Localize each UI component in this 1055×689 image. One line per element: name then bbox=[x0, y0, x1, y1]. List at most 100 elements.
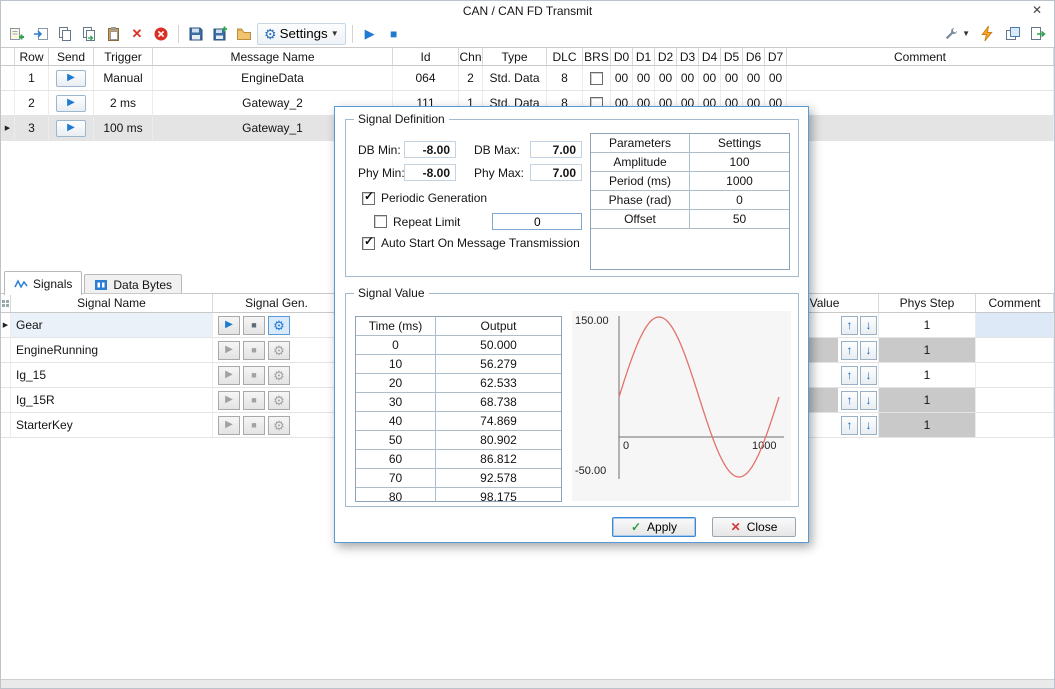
tab-data-bytes[interactable]: Data Bytes bbox=[84, 274, 182, 295]
signal-gen-cell: ▶■⚙ bbox=[213, 413, 341, 437]
output-cell: 86.812 bbox=[436, 450, 561, 469]
send-button[interactable]: ▶ bbox=[56, 70, 86, 87]
send-button[interactable]: ▶ bbox=[56, 120, 86, 137]
value-down-button[interactable]: ↓ bbox=[860, 341, 877, 360]
parameter-name-cell: Offset bbox=[591, 210, 690, 229]
value-down-button[interactable]: ↓ bbox=[860, 416, 877, 435]
down-arrow-icon: ↓ bbox=[866, 394, 872, 406]
signal-name-cell: Ig_15R bbox=[11, 388, 213, 412]
table-options-icon bbox=[1, 294, 11, 312]
brs-cell bbox=[583, 66, 611, 90]
trigger-cell: 2 ms bbox=[94, 91, 153, 115]
signal-stop-button[interactable]: ■ bbox=[243, 316, 265, 335]
play-icon: ▶ bbox=[225, 345, 233, 355]
col-header-d4: D4 bbox=[699, 48, 721, 65]
row-marker-cell bbox=[1, 413, 11, 437]
add-frame-button[interactable] bbox=[6, 23, 28, 45]
clear-all-button[interactable] bbox=[150, 23, 172, 45]
tools-dropdown-button[interactable]: ▼ bbox=[941, 23, 973, 45]
repeat-limit-checkbox[interactable] bbox=[374, 215, 387, 228]
signal-generator-button[interactable]: ⚙ bbox=[268, 316, 290, 335]
export-log-button[interactable] bbox=[1027, 23, 1049, 45]
db-max-value: 7.00 bbox=[530, 141, 582, 158]
signal-stop-button[interactable]: ■ bbox=[243, 366, 265, 385]
value-up-button[interactable]: ↑ bbox=[841, 341, 858, 360]
clear-all-icon bbox=[153, 26, 169, 42]
value-up-button[interactable]: ↑ bbox=[841, 391, 858, 410]
periodic-generation-checkbox[interactable]: ✓ bbox=[362, 192, 375, 205]
value-down-button[interactable]: ↓ bbox=[860, 391, 877, 410]
signal-generator-button[interactable]: ⚙ bbox=[268, 416, 290, 435]
value-down-button[interactable]: ↓ bbox=[860, 316, 877, 335]
generator-parameters-panel: Parameters Settings Amplitude100Period (… bbox=[590, 133, 790, 270]
save-button[interactable] bbox=[185, 23, 207, 45]
brs-checkbox[interactable] bbox=[590, 72, 603, 85]
copy-special-button[interactable] bbox=[78, 23, 100, 45]
time-cell: 80 bbox=[356, 488, 436, 502]
comment-cell bbox=[976, 338, 1054, 362]
parameter-value-cell[interactable]: 1000 bbox=[690, 172, 789, 191]
signal-generator-button[interactable]: ⚙ bbox=[268, 366, 290, 385]
comment-cell bbox=[787, 91, 1054, 115]
paste-button[interactable] bbox=[102, 23, 124, 45]
type-cell: Std. Data bbox=[483, 66, 547, 90]
col-header-d7: D7 bbox=[765, 48, 787, 65]
trigger-button[interactable] bbox=[976, 23, 999, 45]
signal-gen-cell: ▶■⚙ bbox=[213, 313, 341, 337]
stop-transmit-button[interactable]: ■ bbox=[383, 23, 405, 45]
col-header-trigger: Trigger bbox=[94, 48, 153, 65]
time-cell: 70 bbox=[356, 469, 436, 488]
value-up-button[interactable]: ↑ bbox=[841, 366, 858, 385]
delete-button[interactable]: ✕ bbox=[126, 23, 148, 45]
signal-gen-cell: ▶■⚙ bbox=[213, 388, 341, 412]
signal-stop-button[interactable]: ■ bbox=[243, 416, 265, 435]
data-byte-cell: 00 bbox=[655, 66, 677, 90]
message-row[interactable]: 1▶ManualEngineData0642Std. Data800000000… bbox=[1, 66, 1054, 91]
close-label: Close bbox=[747, 520, 778, 534]
settings-button[interactable]: ⚙ Settings ▼ bbox=[257, 23, 346, 45]
data-byte-cell: 00 bbox=[677, 66, 699, 90]
signal-play-button[interactable]: ▶ bbox=[218, 366, 240, 385]
col-header-chn: Chn bbox=[459, 48, 483, 65]
data-byte-cell: 00 bbox=[721, 66, 743, 90]
parameter-value-cell[interactable]: 50 bbox=[690, 210, 789, 229]
signal-generator-button[interactable]: ⚙ bbox=[268, 341, 290, 360]
signal-stop-button[interactable]: ■ bbox=[243, 341, 265, 360]
chevron-down-icon: ▼ bbox=[331, 29, 339, 38]
start-transmit-button[interactable]: ▶ bbox=[359, 23, 381, 45]
apply-button[interactable]: ✓ Apply bbox=[612, 517, 696, 537]
tab-signals[interactable]: Signals bbox=[4, 271, 82, 295]
parameter-value-cell[interactable]: 0 bbox=[690, 191, 789, 210]
signal-play-button[interactable]: ▶ bbox=[218, 416, 240, 435]
signal-play-button[interactable]: ▶ bbox=[218, 341, 240, 360]
signal-stop-button[interactable]: ■ bbox=[243, 391, 265, 410]
value-up-button[interactable]: ↑ bbox=[841, 416, 858, 435]
y-max-tick-label: 150.00 bbox=[575, 315, 609, 327]
stop-icon: ■ bbox=[251, 371, 256, 380]
copy-button[interactable] bbox=[54, 23, 76, 45]
send-button[interactable]: ▶ bbox=[56, 95, 86, 112]
close-dialog-button[interactable]: ✕ Close bbox=[712, 517, 796, 537]
parameter-value-cell[interactable]: 100 bbox=[690, 153, 789, 172]
repeat-limit-input[interactable] bbox=[492, 213, 582, 230]
send-cell: ▶ bbox=[49, 66, 94, 90]
output-cell: 62.533 bbox=[436, 374, 561, 393]
phy-max-label: Phy Max: bbox=[474, 166, 524, 180]
col-header-d5: D5 bbox=[721, 48, 743, 65]
down-arrow-icon: ↓ bbox=[866, 344, 872, 356]
signal-generator-button[interactable]: ⚙ bbox=[268, 391, 290, 410]
value-down-button[interactable]: ↓ bbox=[860, 366, 877, 385]
signal-play-button[interactable]: ▶ bbox=[218, 391, 240, 410]
col-header-signal-gen: Signal Gen. bbox=[213, 294, 341, 312]
close-window-button[interactable]: ✕ bbox=[1029, 2, 1045, 18]
new-window-button[interactable] bbox=[1002, 23, 1024, 45]
open-button[interactable] bbox=[233, 23, 255, 45]
auto-start-checkbox[interactable]: ✓ bbox=[362, 237, 375, 250]
value-up-button[interactable]: ↑ bbox=[841, 316, 858, 335]
parameter-name-cell: Amplitude bbox=[591, 153, 690, 172]
save-new-button[interactable] bbox=[209, 23, 231, 45]
signal-play-button[interactable]: ▶ bbox=[218, 316, 240, 335]
import-frame-button[interactable] bbox=[30, 23, 52, 45]
time-cell: 10 bbox=[356, 355, 436, 374]
phys-step-cell: 1 bbox=[879, 313, 976, 337]
